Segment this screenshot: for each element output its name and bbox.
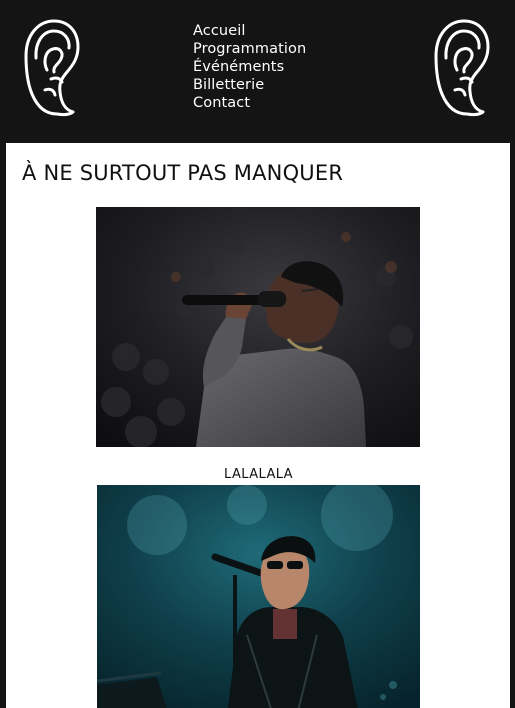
nav-item-billetterie: Billetterie (193, 76, 306, 94)
event-photo-singer[interactable] (96, 207, 420, 447)
nav-link-programmation[interactable]: Programmation (193, 40, 306, 58)
page: Accueil Programmation Événéments Billett… (0, 0, 515, 708)
nav-list: Accueil Programmation Événéments Billett… (193, 22, 306, 112)
nav-link-billetterie[interactable]: Billetterie (193, 76, 306, 94)
main-content: À NE SURTOUT PAS MANQUER LALALALA (6, 143, 510, 708)
concert-photo-image (96, 207, 420, 447)
site-header: Accueil Programmation Événéments Billett… (0, 0, 515, 143)
nav-item-contact: Contact (193, 94, 306, 112)
event-caption: LALALALA (224, 467, 293, 482)
section-title: À NE SURTOUT PAS MANQUER (22, 161, 344, 185)
nav-item-programmation: Programmation (193, 40, 306, 58)
nav-link-evenements[interactable]: Événéments (193, 58, 306, 76)
concert-photo-image (97, 485, 420, 708)
event-photo-performer[interactable] (97, 485, 420, 708)
ear-icon (434, 19, 490, 117)
ear-icon (24, 19, 80, 117)
nav-link-accueil[interactable]: Accueil (193, 22, 306, 40)
nav-item-evenements: Événéments (193, 58, 306, 76)
nav-item-accueil: Accueil (193, 22, 306, 40)
nav-link-contact[interactable]: Contact (193, 94, 306, 112)
